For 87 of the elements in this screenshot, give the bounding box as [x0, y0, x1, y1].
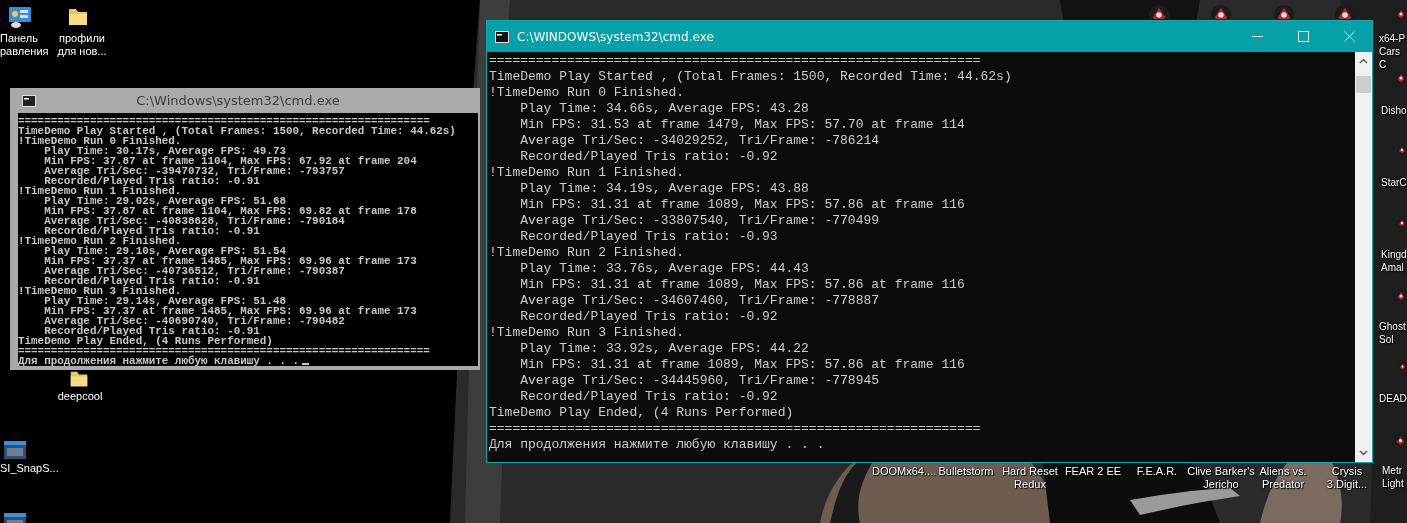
- icon-label[interactable]: Hard Reset Redux: [996, 465, 1064, 491]
- console-line: Play Time: 34.66s, Average FPS: 43.28: [519, 101, 809, 117]
- console-line: Play Time: 33.92s, Average FPS: 44.22: [519, 341, 809, 357]
- console-line: TimeDemo Play Started , (Total Frames: 1500, Recorded Time: 44.62s): [489, 69, 1012, 85]
- scrollbar[interactable]: [1355, 52, 1372, 462]
- close-icon: [1343, 31, 1355, 42]
- console-line: Min FPS: 37.87 at frame 1104, Max FPS: 69.82 at frame 178: [43, 206, 417, 216]
- console-line: Play Time: 29.14s, Average FPS: 51.48: [43, 296, 286, 306]
- icon-label[interactable]: Kingd Amal: [1381, 248, 1407, 274]
- console-line: Min FPS: 37.87 at frame 1104, Max FPS: 67.92 at frame 204: [43, 156, 417, 166]
- console-line: Average Tri/Sec: -40690740, Tri/Frame: -790482: [43, 316, 345, 326]
- console-line: Average Tri/Sec: -34029252, Tri/Frame: -786214: [519, 133, 880, 149]
- console-line: Average Tri/Sec: -40736512, Tri/Frame: -790387: [43, 266, 345, 276]
- scroll-thumb[interactable]: [1356, 76, 1371, 93]
- app-icon[interactable]: [3, 438, 27, 462]
- game-icon[interactable]: [1395, 72, 1407, 84]
- icon-label[interactable]: Ghost Sol: [1379, 320, 1407, 346]
- console-line: Average Tri/Sec: -40838628, Tri/Frame: -790184: [43, 216, 345, 226]
- game-icon[interactable]: [1394, 434, 1407, 447]
- console-line: Min FPS: 31.31 at frame 1089, Max FPS: 57.86 at frame 116: [519, 197, 965, 213]
- console-line: Min FPS: 31.31 at frame 1089, Max FPS: 57.86 at frame 116: [519, 277, 965, 293]
- maximize-icon: [1297, 31, 1309, 42]
- icon-label[interactable]: Metr Light: [1382, 464, 1407, 490]
- console-line: ===============================================================: [18, 116, 430, 126]
- console-line: Min FPS: 31.31 at frame 1089, Max FPS: 57.86 at frame 116: [519, 357, 965, 373]
- icon-label[interactable]: Crysis 3.Digit...: [1315, 465, 1379, 491]
- console-line: Recorded/Played Tris ratio: -0.93: [519, 229, 778, 245]
- minimize-icon: [1251, 35, 1263, 38]
- console-line: Recorded/Played Tris ratio: -0.91: [44, 276, 260, 286]
- icon-label[interactable]: Bulletstorm: [937, 465, 995, 478]
- icon-label[interactable]: FEAR 2 EE: [1061, 465, 1125, 478]
- console-line: Average Tri/Sec: -34607460, Tri/Frame: -778887: [519, 293, 880, 309]
- console-line: Min FPS: 31.53 at frame 1479, Max FPS: 57.70 at frame 114: [519, 117, 965, 133]
- console-line: Average Tri/Sec: -34445960, Tri/Frame: -778945: [519, 373, 880, 389]
- window-title: C:\Windows\system32\cmd.exe: [136, 93, 340, 108]
- console-line: ===============================================================: [18, 346, 430, 356]
- console-line: Play Time: 29.10s, Average FPS: 51.54: [43, 246, 286, 256]
- console-line: Для продолжения нажмите любую клавишу . . .: [18, 356, 300, 366]
- icon-label[interactable]: SI_SnapS...: [0, 462, 62, 475]
- console-line: Recorded/Played Tris ratio: -0.92: [519, 149, 778, 165]
- window-title: C:\WINDOWS\system32\cmd.exe: [517, 29, 715, 44]
- console-line: Play Time: 34.19s, Average FPS: 43.88: [519, 181, 809, 197]
- console-line: Play Time: 29.02s, Average FPS: 51.68: [43, 196, 286, 206]
- icon-label[interactable]: StarC: [1381, 176, 1407, 189]
- control-panel-icon[interactable]: [8, 5, 32, 29]
- console-line: Recorded/Played Tris ratio: -0.91: [44, 326, 260, 336]
- game-icon[interactable]: [1398, 362, 1407, 371]
- icon-label[interactable]: x64-P Cars C: [1379, 32, 1407, 71]
- console-line: !TimeDemo Run 2 Finished.: [489, 245, 685, 261]
- console-line: Min FPS: 37.37 at frame 1485, Max FPS: 69.96 at frame 173: [43, 306, 417, 316]
- icon-label[interactable]: DEAD: [1379, 392, 1407, 405]
- console-line: TimeDemo Play Ended, (4 Runs Performed): [489, 405, 794, 421]
- console-line: ===============================================================: [489, 53, 981, 69]
- icon-label[interactable]: Disho: [1381, 104, 1407, 117]
- console-line: Для продолжения нажмите любую клавишу . . .: [489, 437, 825, 453]
- icon-label[interactable]: DOOMx64....: [872, 465, 934, 478]
- console-line: ===============================================================: [489, 421, 981, 437]
- console-line: TimeDemo Play Ended, (4 Runs Performed): [18, 336, 273, 346]
- console-line: Recorded/Played Tris ratio: -0.91: [44, 226, 260, 236]
- console-line: Play Time: 33.76s, Average FPS: 44.43: [519, 261, 809, 277]
- console-line: Min FPS: 37.37 at frame 1485, Max FPS: 69.96 at frame 173: [43, 256, 417, 266]
- console-line: Recorded/Played Tris ratio: -0.92: [519, 389, 778, 405]
- console-icon: [495, 30, 509, 43]
- game-icon[interactable]: [1395, 8, 1407, 20]
- console-line: Average Tri/Sec: -39470732, Tri/Frame: -793757: [43, 166, 345, 176]
- scroll-down-icon[interactable]: [1359, 450, 1368, 456]
- icon-label[interactable]: профили для нов...: [54, 32, 110, 58]
- console-line: TimeDemo Play Started , (Total Frames: 1500, Recorded Time: 44.62s): [18, 126, 456, 136]
- console-line: !TimeDemo Run 3 Finished.: [18, 286, 182, 296]
- scroll-up-icon[interactable]: [1359, 58, 1368, 64]
- console-line: !TimeDemo Run 0 Finished.: [489, 85, 685, 101]
- console-line: Average Tri/Sec: -33807540, Tri/Frame: -770499: [519, 213, 880, 229]
- console-line: Play Time: 30.17s, Average FPS: 49.73: [43, 146, 286, 156]
- console-line: Recorded/Played Tris ratio: -0.92: [519, 309, 778, 325]
- icon-label[interactable]: deepcool: [50, 390, 110, 403]
- console-line: Recorded/Played Tris ratio: -0.91: [44, 176, 260, 186]
- game-icon[interactable]: [1395, 290, 1407, 302]
- console-line: !TimeDemo Run 1 Finished.: [18, 186, 182, 196]
- game-icon[interactable]: [1397, 218, 1407, 228]
- app-icon[interactable]: [3, 510, 27, 523]
- console-line: !TimeDemo Run 2 Finished.: [18, 236, 182, 246]
- game-icon[interactable]: [1397, 145, 1407, 155]
- console-line: !TimeDemo Run 3 Finished.: [489, 325, 685, 341]
- console-line: !TimeDemo Run 0 Finished.: [18, 136, 182, 146]
- icon-label[interactable]: Панель равления: [0, 32, 52, 58]
- console-line: !TimeDemo Run 1 Finished.: [489, 165, 685, 181]
- console-icon: [22, 94, 36, 107]
